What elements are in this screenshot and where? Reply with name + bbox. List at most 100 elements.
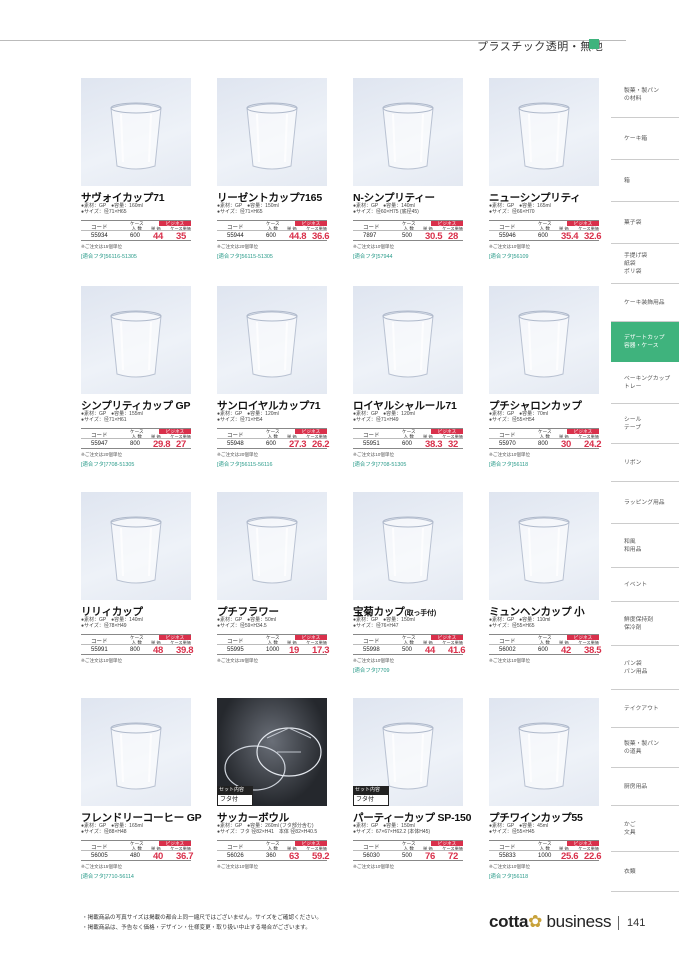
product-spec-size: ●サイズ：径59×H34.5 <box>217 623 267 629</box>
unit-price: 25.6 <box>561 851 579 862</box>
product-photo[interactable] <box>81 78 191 186</box>
sidebar-tab-19[interactable]: 衣類 <box>611 852 679 892</box>
sidebar-tab-5[interactable]: ケーキ装飾用品 <box>611 284 679 322</box>
sidebar-tab-label: 菓子袋 <box>624 219 642 226</box>
compatible-lid-link[interactable]: [適合フタ]7709 <box>353 666 390 674</box>
compatible-lid-link[interactable]: [適合フタ]56116-51305 <box>81 252 137 260</box>
product-card[interactable]: 宝菊カップ(取っ手付) ●素材：GP ●容量：150ml ●サイズ：径76×H47 コ… <box>353 492 466 677</box>
case-qty: 500 <box>402 647 413 653</box>
order-unit-note: ※ご注文は10個単位 <box>81 658 123 663</box>
product-card[interactable]: ミュンヘンカップ 小 ●素材：GP ●容量：110ml ●サイズ：径55×H65 コー… <box>489 492 602 677</box>
compatible-lid-link[interactable]: [適合フタ]7708-51305 <box>353 460 406 468</box>
sidebar-tab-9[interactable]: リボン <box>611 444 679 482</box>
product-card[interactable]: プチワインカップ55 ●素材：GP ●容量：45ml ●サイズ：径55×H45 コード… <box>489 698 602 883</box>
sidebar-tab-13[interactable]: 鮮度保持剤 保冷剤 <box>611 602 679 646</box>
product-code: 55946 <box>499 233 516 239</box>
sidebar-tab-7[interactable]: ベーキングカップ トレー <box>611 362 679 404</box>
cup-icon <box>246 102 298 170</box>
order-unit-note: ※ご注文は10個単位 <box>353 658 395 663</box>
sidebar-tab-10[interactable]: ラッピング用品 <box>611 482 679 524</box>
product-photo[interactable] <box>217 78 327 186</box>
price-table: コード ケース 入 数ビジネス単 価ケース単価 55991 800 48 39.8 <box>81 634 194 656</box>
product-photo[interactable] <box>217 492 327 600</box>
sidebar-tab-label: 手提げ袋 紙袋 ポリ袋 <box>624 252 648 275</box>
set-contents-value: フタ付 <box>353 794 389 806</box>
compatible-lid-link[interactable]: [適合フタ]56118 <box>489 460 528 468</box>
sidebar-tab-6[interactable]: デザートカップ 容器・ケース <box>611 322 679 362</box>
compatible-lid-link[interactable]: [適合フタ]56115-51305 <box>217 252 273 260</box>
product-card[interactable]: ニューシンプリティ ●素材：GP ●容量：165ml ●サイズ：径66×H70 コード… <box>489 78 602 263</box>
order-unit-note: ※ご注文は10個単位 <box>353 452 395 457</box>
product-photo[interactable] <box>489 78 599 186</box>
product-card[interactable]: N-シンプリティー ●素材：GP ●容量：140ml ●サイズ：径60×H75 (底… <box>353 78 463 263</box>
cup-icon <box>246 516 298 584</box>
product-spec-size: ●サイズ：径71×H65 <box>81 209 127 215</box>
unit-price: 44.8 <box>289 231 307 242</box>
product-photo[interactable] <box>353 286 463 394</box>
sidebar-tab-4[interactable]: 手提げ袋 紙袋 ポリ袋 <box>611 244 679 284</box>
product-code: 7897 <box>363 233 377 239</box>
product-photo[interactable] <box>353 78 463 186</box>
product-spec-size: ●サイズ：フタ 径82×H41 本体 径82×H40.5 <box>217 829 318 835</box>
product-photo[interactable] <box>81 698 191 806</box>
unit-price: 44 <box>153 231 163 242</box>
product-card[interactable]: フレンドリーコーヒー GP ●素材：GP ●容量：165ml ●サイズ：径88×H4… <box>81 698 202 883</box>
sidebar-tab-18[interactable]: かご 文具 <box>611 806 679 852</box>
product-card[interactable]: プチフラワー ●素材：GP ●容量：50ml ●サイズ：径59×H34.5 コード ケー… <box>217 492 330 677</box>
order-unit-note: ※ご注文は20個単位 <box>217 452 259 457</box>
price-table: コード ケース 入 数ビジネス単 価ケース単価 55998 500 44 41.6 <box>353 634 466 656</box>
sidebar-tab-16[interactable]: 製菓・製パン の道具 <box>611 728 679 768</box>
compatible-lid-link[interactable]: [適合フタ]56118 <box>489 872 528 880</box>
product-photo[interactable] <box>489 286 599 394</box>
unit-price: 30.5 <box>425 231 443 242</box>
price-table: コード ケース 入 数ビジネス単 価ケース単価 56002 600 42 38.5 <box>489 634 602 656</box>
sidebar-tab-0[interactable]: 製菓・製パン の材料 <box>611 72 679 118</box>
sidebar-tab-2[interactable]: 箱 <box>611 160 679 202</box>
product-spec-size: ●サイズ：径60×H75 (底径45) <box>353 209 419 215</box>
product-photo[interactable] <box>217 286 327 394</box>
product-spec-size: ●サイズ：径76×H47 <box>353 623 399 629</box>
product-photo[interactable] <box>489 698 599 806</box>
sidebar-tab-12[interactable]: イベント <box>611 568 679 602</box>
product-card[interactable]: シンプリティカップ GP ●素材：GP ●容量：155ml ●サイズ：径71×H61… <box>81 286 191 471</box>
order-unit-note: ※ご注文は25個単位 <box>217 658 259 663</box>
product-card[interactable]: リリィカップ ●素材：GP ●容量：140ml ●サイズ：径78×H49 コード ケース… <box>81 492 194 677</box>
product-photo[interactable] <box>81 492 191 600</box>
price-table: コード ケース 入 数ビジネス単 価ケース単価 55970 800 30 24.2 <box>489 428 602 450</box>
sidebar-tab-15[interactable]: テイクアウト <box>611 690 679 728</box>
product-code: 56030 <box>363 853 380 859</box>
sidebar-tab-14[interactable]: パン袋 パン用品 <box>611 646 679 690</box>
product-card[interactable]: サッカーボウル ●素材：GP ●容量：260ml (フタ部分含む) ●サイズ：フタ … <box>217 698 330 883</box>
product-code: 55998 <box>363 647 380 653</box>
case-unit-price: 59.2 <box>312 851 330 862</box>
product-photo[interactable] <box>81 286 191 394</box>
product-photo[interactable] <box>489 492 599 600</box>
sidebar-tab-8[interactable]: シール テープ <box>611 404 679 444</box>
sidebar-tab-label: イベント <box>624 581 648 588</box>
compatible-lid-link[interactable]: [適合フタ]7708-51305 <box>81 460 134 468</box>
product-card[interactable]: ロイヤルシャルール71 ●素材：GP ●容量：120ml ●サイズ：径71×H49 コ… <box>353 286 463 471</box>
sidebar-tab-11[interactable]: 和風 和用品 <box>611 524 679 568</box>
product-card[interactable]: サヴォイカップ71 ●素材：GP ●容量：160ml ●サイズ：径71×H65 コード… <box>81 78 191 263</box>
compatible-lid-link[interactable]: [適合フタ]56109 <box>489 252 529 260</box>
cup-icon <box>518 310 570 378</box>
sidebar-tab-label: 鮮度保持剤 保冷剤 <box>624 616 653 631</box>
product-photo[interactable] <box>353 492 463 600</box>
product-card[interactable]: パーティーカップ SP-150 ●素材：GP ●容量：150ml ●サイズ：67×6… <box>353 698 472 883</box>
price-table: コード ケース 入 数ビジネス単 価ケース単価 55951 600 38.3 32 <box>353 428 463 450</box>
compatible-lid-link[interactable]: [適合フタ]7710-56114 <box>81 872 134 880</box>
case-unit-price: 39.8 <box>176 645 194 656</box>
sidebar-tab-3[interactable]: 菓子袋 <box>611 202 679 244</box>
compatible-lid-link[interactable]: [適合フタ]57944 <box>353 252 393 260</box>
product-card[interactable]: リーゼントカップ7165 ●素材：GP ●容量：150ml ●サイズ：径71×H65… <box>217 78 330 263</box>
order-unit-note: ※ご注文は10個単位 <box>489 244 531 249</box>
product-spec-size: ●サイズ：径78×H49 <box>81 623 127 629</box>
cup-icon <box>110 310 162 378</box>
product-card[interactable]: プチシャロンカップ ●素材：GP ●容量：70ml ●サイズ：径55×H54 コードケ… <box>489 286 602 471</box>
compatible-lid-link[interactable]: [適合フタ]56115-56116 <box>217 460 273 468</box>
sidebar-tab-1[interactable]: ケーキ箱 <box>611 118 679 160</box>
product-card[interactable]: サンロイヤルカップ71 ●素材：GP ●容量：120ml ●サイズ：径71×H54 コ… <box>217 286 330 471</box>
sidebar-tab-label: リボン <box>624 459 642 466</box>
cup-icon <box>382 516 434 584</box>
sidebar-tab-17[interactable]: 厨房用品 <box>611 768 679 806</box>
